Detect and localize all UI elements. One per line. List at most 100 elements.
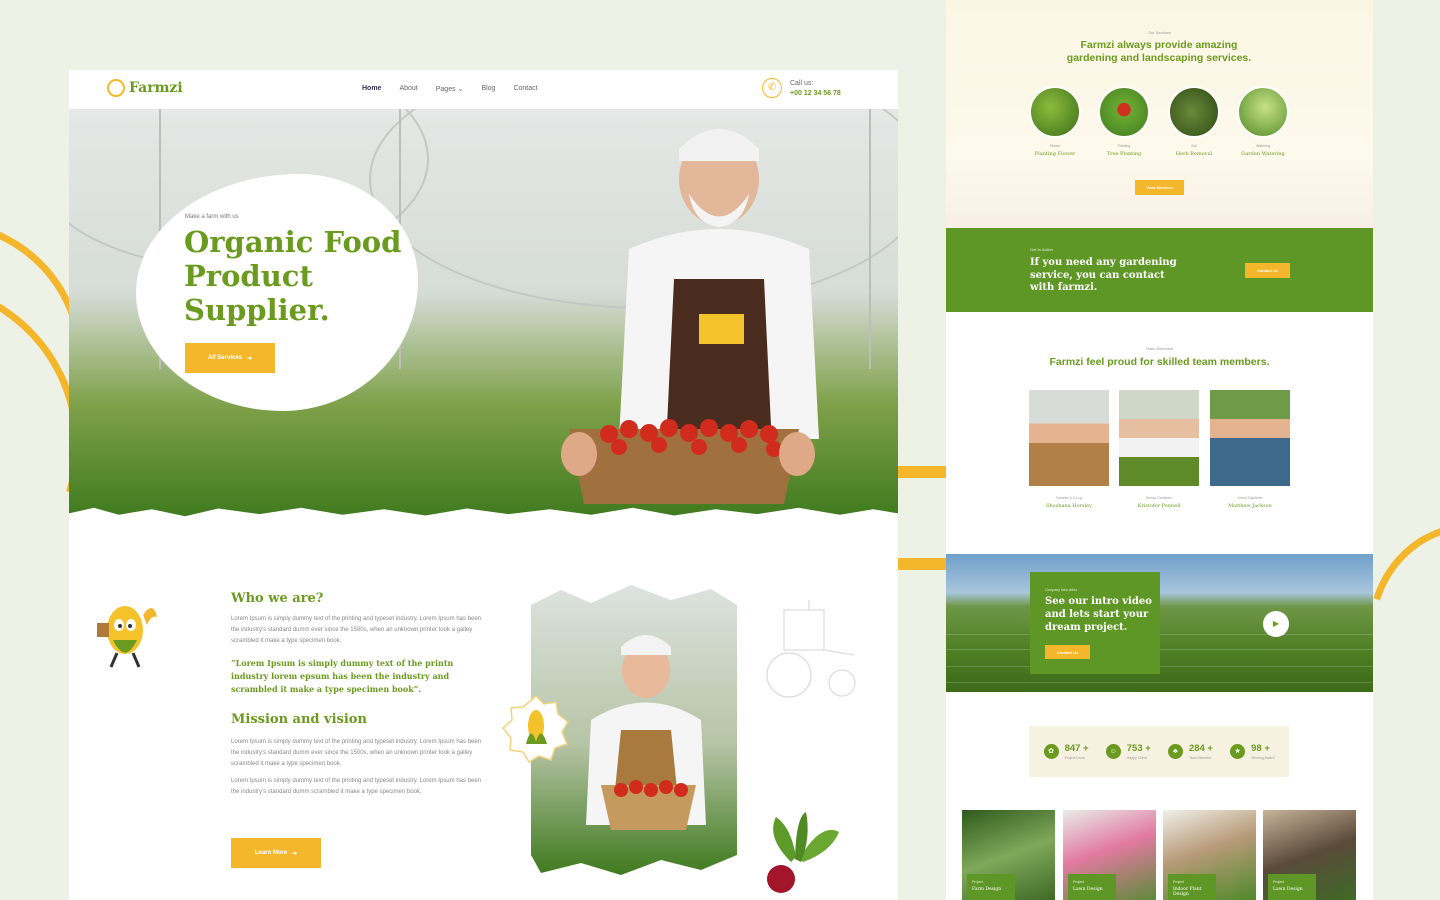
- view-services-button[interactable]: View Services: [1135, 180, 1184, 195]
- award-icon: ★: [1230, 744, 1246, 759]
- team-member-role: Founder & Co-op: [1055, 496, 1083, 500]
- who-we-are-title: Who we are?: [231, 591, 324, 606]
- intro-video-section: Company intro video See our intro video …: [946, 554, 1373, 692]
- services-title: Farmzi always provide amazing gardening …: [1066, 39, 1252, 64]
- service-item[interactable]: Planting Tree Planting: [1097, 86, 1151, 157]
- team-icon: ♣: [1167, 744, 1183, 759]
- services-section: Our Services Farmzi always provide amazi…: [946, 0, 1373, 228]
- stat-label: Happy Client: [1126, 756, 1147, 760]
- stat-item: ✿ 847 + Project Done: [1043, 743, 1089, 760]
- corn-badge-icon: [501, 694, 569, 764]
- stat-item: ☺ 753 + Happy Client: [1105, 743, 1151, 760]
- call-label: Call us:: [790, 79, 814, 87]
- nav-pages[interactable]: Pages ⌄: [436, 85, 464, 93]
- service-item[interactable]: Watering Garden Watering: [1236, 86, 1290, 157]
- stat-value: 753 +: [1126, 743, 1151, 754]
- service-category: Soil: [1191, 144, 1197, 148]
- call-phone[interactable]: +00 12 34 56 78: [790, 90, 841, 97]
- team-member-photo: [1210, 390, 1290, 486]
- service-item[interactable]: Flower Planting Flower: [1028, 86, 1082, 157]
- team-member-role: Senior Gardener: [1146, 496, 1172, 500]
- project-category: Project: [972, 880, 983, 884]
- brand-logo[interactable]: Farmzi: [107, 79, 183, 97]
- project-label: Project Lawn Design: [1268, 874, 1316, 900]
- logo-icon: [107, 79, 125, 97]
- stat-value: 98 +: [1251, 743, 1270, 754]
- play-icon[interactable]: ▶: [1263, 611, 1289, 637]
- main-menu: Home About Pages ⌄ Blog Contact: [362, 85, 538, 93]
- video-contact-button[interactable]: Contact Us: [1045, 645, 1090, 659]
- smile-icon: ☺: [1105, 744, 1121, 759]
- mission-title: Mission and vision: [231, 712, 367, 727]
- team-title: Farmzi feel proud for skilled team membe…: [1049, 356, 1270, 368]
- stat-item: ♣ 284 + Team Member: [1167, 743, 1213, 760]
- brand-name: Farmzi: [129, 80, 183, 96]
- nav-blog[interactable]: Blog: [481, 85, 495, 93]
- team-member-card[interactable]: Senior Gardener Kristofer Pennell: [1119, 390, 1199, 509]
- decor-bar: [898, 558, 946, 570]
- learn-more-button[interactable]: Learn More ➜: [231, 838, 321, 868]
- service-name: Tree Planting: [1106, 151, 1142, 157]
- call-block[interactable]: ✆ Call us: +00 12 34 56 78: [762, 78, 841, 98]
- project-name: Lawn Design: [1273, 887, 1303, 892]
- homepage-preview: Farmzi Home About Pages ⌄ Blog Contact ✆…: [69, 70, 898, 900]
- team-member-photo: [1119, 390, 1199, 486]
- team-tag: Team Members: [1145, 346, 1174, 351]
- video-contact-label: Contact Us: [1056, 649, 1079, 655]
- project-card[interactable]: Project Indoor Plant Design: [1163, 810, 1256, 900]
- project-name: Lawn Design: [1073, 887, 1103, 892]
- nav-about[interactable]: About: [399, 85, 417, 93]
- project-category: Project: [1073, 880, 1084, 884]
- nav-pages-label: Pages: [435, 86, 456, 93]
- beetroot-illustration: [767, 812, 839, 893]
- service-category: Planting: [1117, 144, 1131, 148]
- project-card[interactable]: Project Farm Design: [962, 810, 1055, 900]
- project-label: Project Lawn Design: [1068, 874, 1116, 900]
- view-services-label: View Services: [1146, 185, 1173, 190]
- team-member-card[interactable]: Founder & Co-op Shoshana Horsley: [1029, 390, 1109, 509]
- team-member-card[interactable]: Junior Gardener Matthew Jackson: [1210, 390, 1290, 509]
- hero-section: Make a farm with us Organic Food Product…: [69, 109, 898, 519]
- hero-title: Organic Food Product Supplier.: [184, 225, 402, 327]
- stats-bar: ✿ 847 + Project Done ☺ 753 + Happy Client …: [1029, 726, 1289, 777]
- contact-banner: Get In Action If you need any gardening …: [946, 228, 1373, 312]
- greenhouse-post: [869, 109, 871, 369]
- about-quote: “Lorem Ipsum is simply dummy text of the…: [231, 658, 454, 694]
- inner-page-preview: Our Services Farmzi always provide amazi…: [946, 0, 1373, 900]
- navbar: Farmzi Home About Pages ⌄ Blog Contact ✆…: [69, 70, 898, 110]
- service-image: [1098, 86, 1150, 138]
- nav-contact[interactable]: Contact: [513, 85, 537, 93]
- team-member-name: Matthew Jackson: [1228, 503, 1272, 509]
- project-card[interactable]: Project Lawn Design: [1063, 810, 1156, 900]
- service-category: Watering: [1256, 144, 1270, 148]
- stat-label: Winning Award: [1251, 756, 1275, 760]
- stat-label: Team Member: [1188, 756, 1212, 760]
- contact-us-label: Contact Us: [1256, 268, 1279, 273]
- service-category: Flower: [1049, 144, 1061, 148]
- service-image: [1029, 86, 1081, 138]
- project-category: Project: [1173, 880, 1184, 884]
- team-member-name: Shoshana Horsley: [1046, 503, 1092, 509]
- nav-home[interactable]: Home: [362, 85, 381, 93]
- stat-value: 284 +: [1188, 743, 1213, 754]
- project-label: Project Indoor Plant Design: [1168, 874, 1216, 900]
- team-member-name: Kristofer Pennell: [1137, 503, 1181, 509]
- mission-text-2: Lorem Ipsum is simply dummy text of the …: [231, 778, 482, 795]
- service-name: Herb Removal: [1175, 151, 1213, 157]
- farmer-photo: [561, 129, 819, 504]
- stat-value: 847 +: [1064, 743, 1089, 754]
- decor-bar: [898, 466, 946, 478]
- team-member-role: Junior Gardener: [1237, 496, 1263, 500]
- video-text-box: Company intro video See our intro video …: [1030, 572, 1160, 674]
- hero-subtitle: Make a farm with us: [185, 214, 239, 220]
- contact-text: If you need any gardening service, you c…: [1030, 257, 1177, 293]
- contact-us-button[interactable]: Contact Us: [1245, 263, 1290, 278]
- arrow-right-icon: ➜: [292, 850, 298, 857]
- service-name: Garden Watering: [1241, 151, 1285, 157]
- service-item[interactable]: Soil Herb Removal: [1167, 86, 1221, 157]
- all-services-button[interactable]: All Services ➜: [185, 343, 275, 373]
- project-card[interactable]: Project Lawn Design: [1263, 810, 1356, 900]
- project-label: Project Farm Design: [967, 874, 1015, 900]
- project-name: Farm Design: [972, 887, 1002, 892]
- tractor-sketch: [766, 600, 856, 698]
